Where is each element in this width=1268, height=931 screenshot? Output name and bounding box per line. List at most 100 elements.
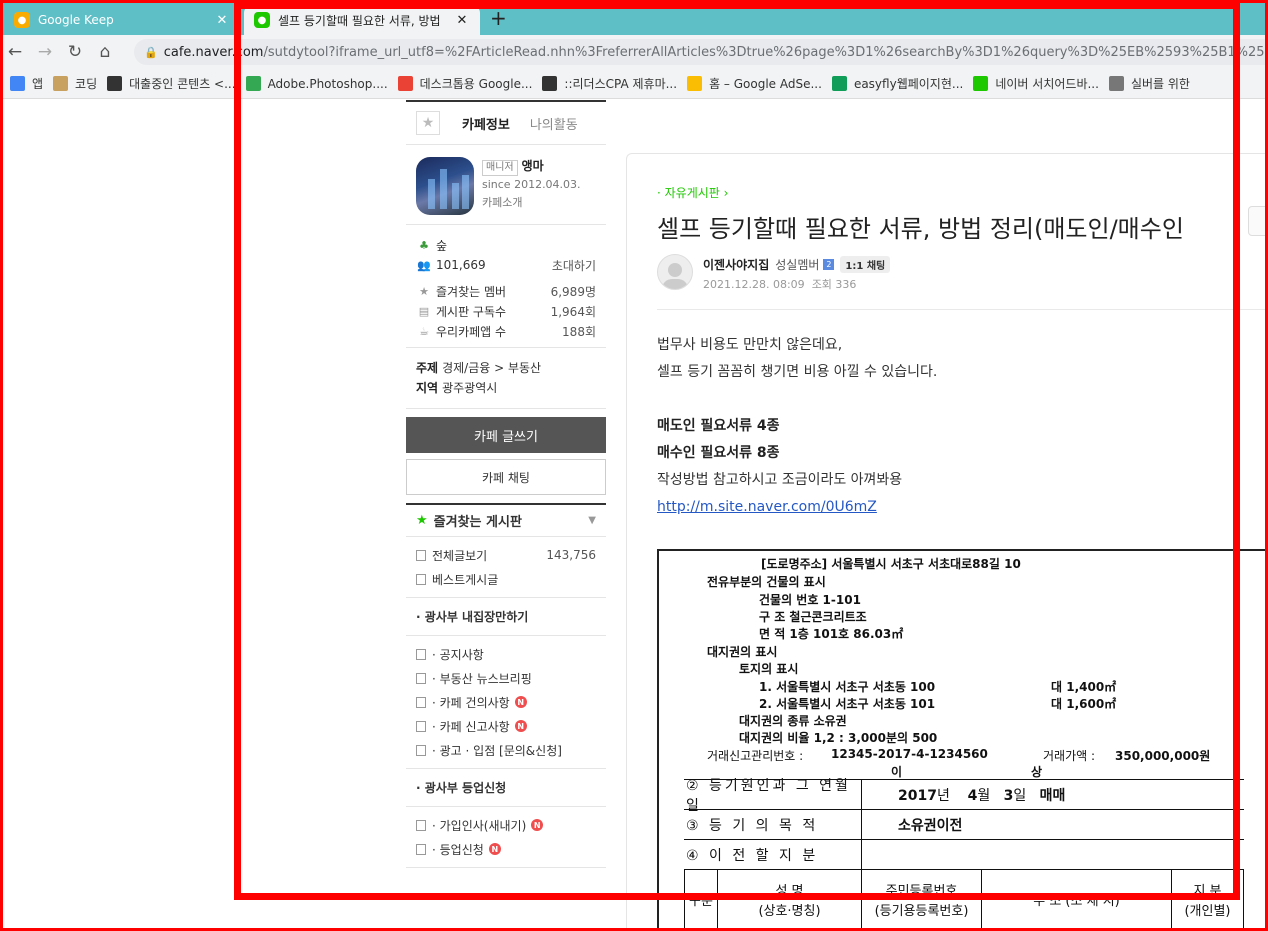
menu-item-best-posts[interactable]: 베스트게시글 [416, 567, 596, 591]
form-table: ② 등기원인과 그 연월일 2017년 4월 3일 매매 ③ 등 기 의 목 적… [684, 778, 1244, 931]
board-icon [416, 843, 426, 855]
group-title-levelup: · 광사부 등업신청 [406, 769, 606, 807]
star-icon: ★ [416, 513, 428, 528]
new-badge-icon: N [514, 696, 527, 708]
manager-name[interactable]: 앵마 [522, 159, 544, 173]
keep-icon: ● [14, 12, 30, 28]
board-icon [416, 648, 426, 660]
board-icon: ▤ [418, 304, 430, 318]
board-list-main: 전체글보기 143,756 베스트게시글 [406, 537, 606, 598]
cafe-profile: 매니저 앵마 since 2012.04.03. 카페소개 [406, 145, 606, 225]
board-link[interactable]: · 자유게시판 › [657, 184, 728, 201]
one-on-one-chat-button[interactable]: 1:1 채팅 [840, 255, 891, 273]
since-date: since 2012.04.03. [482, 178, 581, 191]
sidebar-tabs: ★ 카페정보 나의활동 [406, 100, 606, 145]
bookmark-item[interactable]: easyfly웹페이지현... [831, 75, 963, 92]
stat-value: 6,989명 [550, 284, 596, 299]
form-row: ③ 등 기 의 목 적 소유권이전 [684, 810, 1244, 840]
apps-grid-icon [10, 76, 25, 91]
post-date: 2021.12.28. 08:09 [703, 278, 805, 291]
monitor-icon [973, 76, 989, 91]
board-list-group2: · 가입인사(새내기) N · 등업신청 N [406, 807, 606, 868]
board-list-group1: · 공지사항 · 부동산 뉴스브리핑 · 카페 건의사항 N · 카페 신고사항 N · 광… [406, 636, 606, 769]
doc-line: 전유부분의 건물의 표시 [707, 575, 826, 589]
stat-label: 게시판 구독수 [436, 304, 507, 319]
bookmark-label: 네이버 서치어드바... [995, 77, 1099, 91]
home-icon[interactable]: ⌂ [90, 42, 120, 62]
naver-cafe-icon: ● [254, 12, 270, 28]
sidebar-board-item[interactable]: · 광고 · 입점 [문의&신청] [416, 738, 596, 762]
screen: ● Google Keep ✕ ● 셀프 등기할때 필요한 서류, 방법 ✕ +… [0, 0, 1268, 931]
avatar[interactable] [657, 254, 693, 290]
new-tab-icon[interactable]: + [490, 6, 507, 30]
bookmark-item[interactable]: ::리더스CPA 제휴마... [542, 75, 677, 92]
bookmark-label: 대출중인 콘텐츠 <... [129, 77, 236, 91]
stat-value: 1,964회 [550, 304, 596, 319]
tab-cafe-info[interactable]: 카페정보 [462, 114, 510, 133]
tab-cafe-article[interactable]: ● 셀프 등기할때 필요한 서류, 방법 ✕ [244, 5, 480, 35]
post-count: 143,756 [546, 548, 596, 562]
body-bold: 매수인 필요서류 8종 [657, 445, 780, 461]
tab-my-activity[interactable]: 나의활동 [530, 114, 578, 133]
sidebar-board-item[interactable]: · 가입인사(새내기) N [416, 813, 596, 837]
bookmark-label: 앱 [32, 77, 44, 91]
cafe-level: 숲 [436, 238, 448, 253]
back-arrow-icon[interactable]: ← [0, 42, 30, 62]
sidebar-board-item[interactable]: · 카페 건의사항 N [416, 690, 596, 714]
page-content: ★ 카페정보 나의활동 매니저 앵마 since 2012.04.03. 카페소개 [0, 100, 1268, 931]
region-value[interactable]: 광주광역시 [442, 381, 497, 395]
topic-value[interactable]: 경제/금융 > 부동산 [442, 361, 541, 375]
close-icon[interactable]: ✕ [214, 13, 230, 28]
favorite-boards-header[interactable]: ★ 즐겨찾는 게시판 ▼ [406, 503, 606, 537]
bookmark-item[interactable]: 실버를 위한 [1108, 75, 1190, 92]
bookmark-label: 실버를 위한 [1130, 77, 1190, 91]
sidebar-board-item[interactable]: · 카페 신고사항 N [416, 714, 596, 738]
bookmark-item[interactable]: 코딩 [53, 75, 97, 92]
article-link[interactable]: http://m.site.naver.com/0U6mZ [657, 499, 877, 515]
bookmark-item[interactable]: Adobe.Photoshop.... [245, 76, 388, 91]
cafe-chat-button[interactable]: 카페 채팅 [406, 459, 606, 495]
cafe-stats: ♣ 숲 👥 101,669 초대하기 ★ 즐겨찾는 멤버 6,989명 ▤ 게시판 구독… [406, 225, 606, 348]
star-icon: ★ [419, 284, 429, 298]
doc-line: 350,000,000원 [1115, 749, 1211, 763]
cafe-thumbnail[interactable] [416, 157, 474, 215]
address-bar[interactable]: 🔒 cafe.naver.com /sutdytool?iframe_url_u… [134, 39, 1268, 65]
cafe-intro-link[interactable]: 카페소개 [482, 194, 581, 212]
bookmark-item[interactable]: 홈 – Google AdSe... [687, 75, 822, 92]
bookmark-item[interactable]: 데스크톱용 Google... [397, 75, 532, 92]
registration-form-image[interactable]: [도로명주소] 서울특별시 서초구 서초대로88길 10 전유부분의 건물의 표… [657, 549, 1268, 931]
doc-line: [도로명주소] 서울특별시 서초구 서초대로88길 10 [761, 557, 1021, 571]
author-name[interactable]: 이젠사야지집 [703, 256, 769, 273]
star-icon[interactable]: ★ [416, 111, 440, 135]
article-panel: · 자유게시판 › 셀프 등기할때 필요한 서류, 방법 정리(매도인/매수인 … [626, 153, 1268, 931]
doc-line: 1. 서울특별시 서초구 서초동 100 [759, 680, 936, 694]
invite-link[interactable]: 초대하기 [552, 257, 596, 274]
menu-label: 전체글보기 [432, 548, 488, 563]
cross-icon [831, 76, 847, 91]
author-row: 이젠사야지집 성실멤버 2 1:1 채팅 2021.12.28. 08:09 조… [657, 254, 891, 292]
lock-icon: 🔒 [144, 45, 158, 59]
bookmark-item[interactable]: 대출중인 콘텐츠 <... [107, 75, 236, 92]
sidebar-board-item[interactable]: · 공지사항 [416, 642, 596, 666]
close-icon[interactable]: ✕ [454, 13, 470, 28]
sidebar-board-item[interactable]: · 등업신청 N [416, 837, 596, 861]
chevron-down-icon[interactable]: ▼ [588, 515, 596, 526]
bookmark-item[interactable]: 앱 [10, 75, 43, 92]
menu-item-all-posts[interactable]: 전체글보기 143,756 [416, 543, 596, 567]
write-post-button[interactable]: 카페 글쓰기 [406, 417, 606, 453]
bookmark-label: ::리더스CPA 제휴마... [564, 77, 678, 91]
url-host: cafe.naver.com [163, 44, 264, 60]
menu-label: · 카페 신고사항 [432, 719, 510, 734]
forward-arrow-icon[interactable]: → [30, 42, 60, 62]
tab-google-keep[interactable]: ● Google Keep ✕ [4, 5, 240, 35]
sidebar-board-item[interactable]: · 부동산 뉴스브리핑 [416, 666, 596, 690]
menu-label: · 등업신청 [432, 842, 484, 857]
member-count[interactable]: 101,669 [436, 258, 552, 272]
divider [657, 309, 1268, 310]
new-badge-icon: N [488, 843, 501, 855]
reload-icon[interactable]: ↻ [60, 42, 90, 62]
article-body: 법무사 비용도 만만치 않은데요, 셀프 등기 꼼꼼히 챙기면 비용 아낄 수 … [657, 332, 937, 521]
doc-line: 거래가액 : [1043, 749, 1096, 763]
doc-line: 구 조 철근콘크리트조 [759, 610, 867, 624]
bookmark-item[interactable]: 네이버 서치어드바... [973, 75, 1099, 92]
